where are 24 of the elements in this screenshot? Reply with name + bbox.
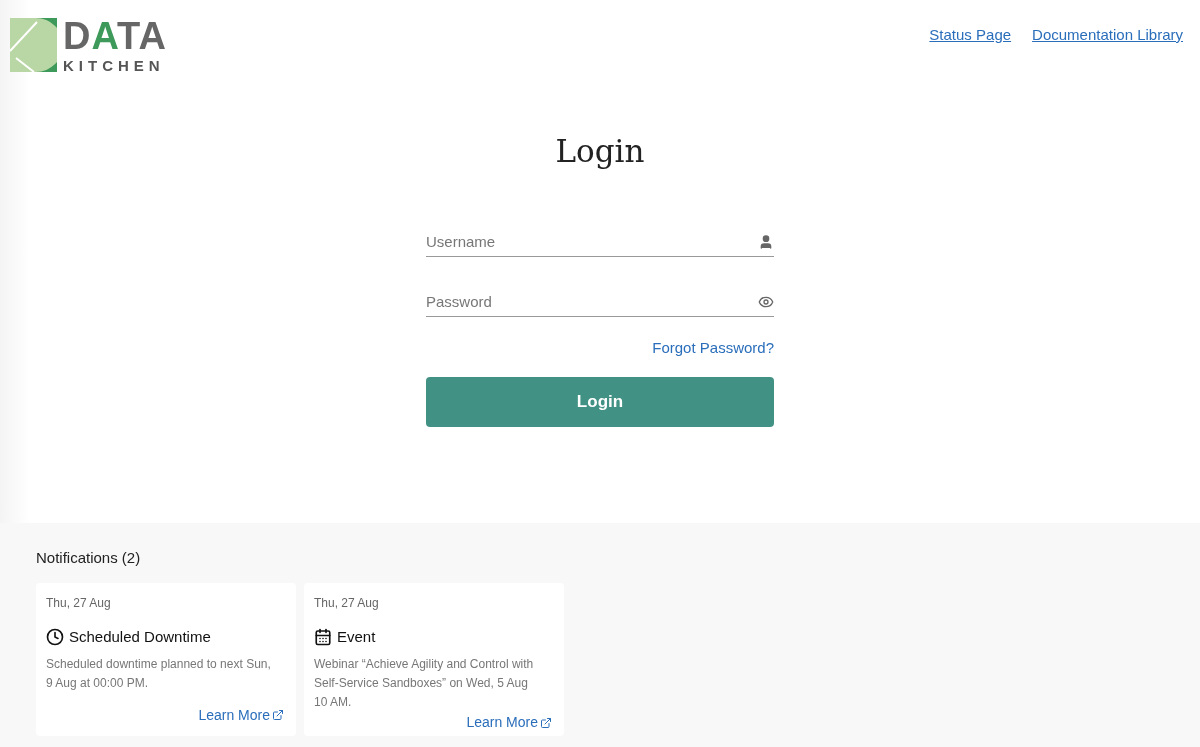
learn-more-link[interactable]: Learn More [466, 712, 552, 733]
notifications-heading: Notifications (2) [36, 548, 142, 568]
header-link[interactable]: Status Page [929, 24, 1012, 47]
logo-wordmark: DATA [63, 17, 167, 55]
login-button[interactable]: Login [426, 377, 774, 427]
learn-more-link[interactable]: Learn More [198, 704, 284, 726]
notification-title: Event [337, 626, 376, 647]
notification-date: Thu, 27 Aug [314, 594, 380, 612]
clock-icon [46, 627, 64, 646]
external-link-icon [540, 716, 552, 729]
logo-subtitle: KITCHEN [63, 58, 166, 73]
external-link-icon [272, 709, 284, 721]
notification-title: Scheduled Downtime [69, 626, 211, 647]
logo-icon [10, 18, 57, 72]
page-title: Login [554, 132, 646, 171]
notification-date: Thu, 27 Aug [46, 594, 112, 612]
notification-text: Scheduled downtime planned to next Sun, 9 Aug at 00:00 PM. [46, 656, 272, 692]
header-link[interactable]: Documentation Library [1032, 24, 1183, 47]
input-field[interactable]: Password [426, 287, 754, 316]
calendar-icon [314, 627, 332, 646]
input-field[interactable]: Username [426, 227, 754, 256]
notification-text: Webinar “Achieve Agility and Control with Self-Service Sandboxes” on Wed, 5 Aug 10 AM. [314, 656, 535, 711]
forgot-password-link[interactable]: Forgot Password? [652, 336, 774, 359]
user-icon [758, 233, 774, 250]
